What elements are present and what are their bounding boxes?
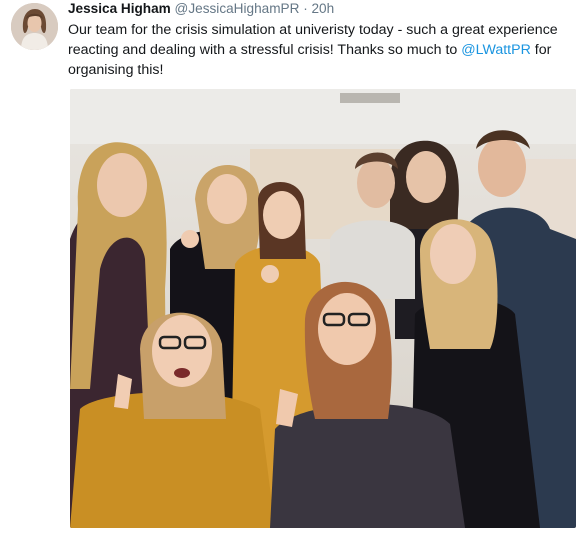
author-name[interactable]: Jessica Higham <box>68 1 171 16</box>
mention-link[interactable]: @LWattPR <box>461 42 531 58</box>
tweet[interactable]: Jessica Higham @JessicaHighamPR · 20h Ou… <box>0 0 585 539</box>
tweet-photo[interactable] <box>70 89 576 528</box>
group-photo-icon <box>70 89 576 528</box>
separator-dot: · <box>303 1 308 16</box>
tweet-header: Jessica Higham @JessicaHighamPR · 20h <box>68 1 334 16</box>
author-avatar[interactable] <box>11 3 58 50</box>
author-handle[interactable]: @JessicaHighamPR <box>175 1 300 16</box>
tweet-text: Our team for the crisis simulation at un… <box>68 20 568 80</box>
avatar-portrait-icon <box>11 3 58 50</box>
tweet-timestamp[interactable]: 20h <box>312 1 335 16</box>
